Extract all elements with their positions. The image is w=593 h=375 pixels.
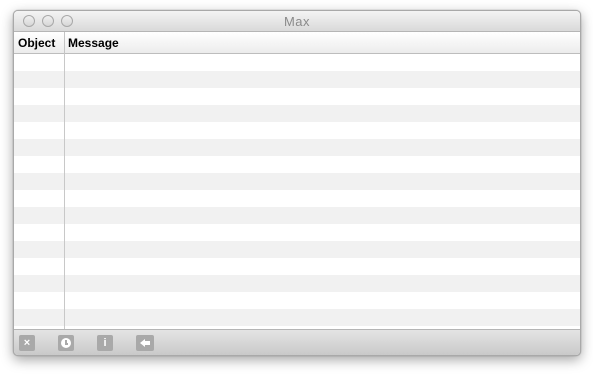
table-header: Object Message — [14, 32, 580, 54]
column-separator — [64, 54, 65, 329]
table-row[interactable] — [14, 309, 580, 326]
window-title: Max — [283, 14, 311, 29]
table-row[interactable] — [14, 207, 580, 224]
table-row[interactable] — [14, 275, 580, 292]
column-divider[interactable] — [64, 32, 65, 54]
clear-button[interactable]: × — [19, 335, 35, 351]
column-header-object[interactable]: Object — [18, 36, 55, 50]
back-button[interactable] — [136, 335, 154, 351]
title-bar[interactable]: Max — [14, 11, 580, 32]
table-row[interactable] — [14, 122, 580, 139]
table-row[interactable] — [14, 71, 580, 88]
table-row[interactable] — [14, 88, 580, 105]
table-row[interactable] — [14, 156, 580, 173]
table-row[interactable] — [14, 105, 580, 122]
clock-icon — [61, 338, 71, 348]
arrow-left-icon — [140, 339, 150, 347]
info-icon: i — [103, 337, 107, 349]
table-row[interactable] — [14, 190, 580, 207]
message-list[interactable] — [14, 54, 580, 329]
max-console-window: Max Object Message × i — [13, 10, 581, 356]
table-row[interactable] — [14, 139, 580, 156]
table-row[interactable] — [14, 258, 580, 275]
toolbar: × i — [14, 329, 580, 355]
column-header-message[interactable]: Message — [68, 36, 119, 50]
timestamp-button[interactable] — [58, 335, 74, 351]
table-row[interactable] — [14, 224, 580, 241]
table-row[interactable] — [14, 173, 580, 190]
table-row[interactable] — [14, 54, 580, 71]
info-button[interactable]: i — [97, 335, 113, 351]
table-row[interactable] — [14, 241, 580, 258]
table-row[interactable] — [14, 292, 580, 309]
x-icon: × — [23, 337, 31, 349]
